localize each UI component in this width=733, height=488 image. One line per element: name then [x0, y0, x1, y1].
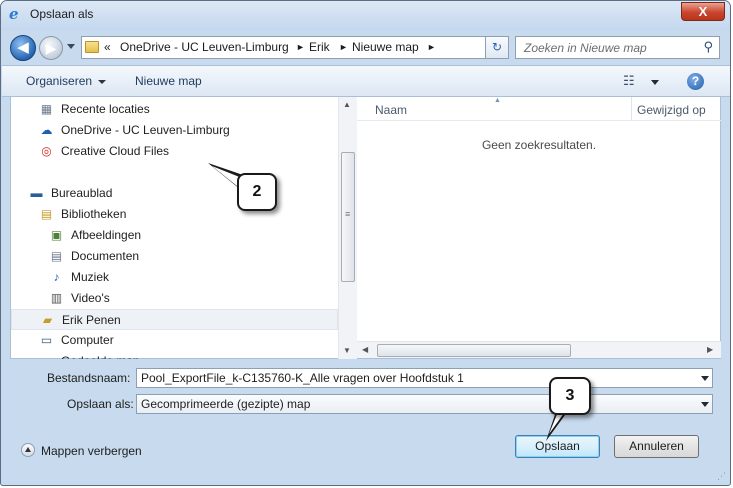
scroll-up-icon[interactable]: ▲	[343, 100, 351, 109]
breadcrumb-onedrive[interactable]: OneDrive - UC Leuven-Limburg	[120, 40, 289, 54]
sidebar-item-muziek[interactable]: ♪ Muziek	[11, 267, 338, 288]
documents-icon: ▤	[50, 249, 63, 263]
forward-button[interactable]: ▶	[39, 36, 63, 60]
sort-ascending-icon: ▲	[494, 97, 501, 104]
window-title: Opslaan als	[30, 7, 94, 21]
desktop-icon: ▬	[30, 186, 43, 200]
sidebar-item-computer[interactable]: ▭ Computer	[11, 330, 338, 351]
sidebar-item-label: Erik Penen	[62, 313, 121, 327]
resize-grip-icon[interactable]: ⋰	[717, 471, 726, 482]
search-input[interactable]: Zoeken in Nieuwe map ⚲	[515, 36, 720, 59]
chevron-down-icon	[98, 79, 107, 84]
column-header-name[interactable]: Naam	[375, 103, 407, 117]
sidebar-item-recente-locaties[interactable]: ▦ Recente locaties	[11, 99, 338, 120]
recent-places-icon: ▦	[40, 102, 53, 116]
help-icon[interactable]: ?	[687, 73, 704, 90]
sidebar-item-gedeelde-map[interactable]: ▭ Gedeelde map	[11, 351, 338, 359]
videos-icon: ▥	[50, 291, 63, 305]
save-as-dialog: e Opslaan als X ◀ ▶ « OneDrive - UC Leuv…	[0, 0, 731, 486]
grip-icon: ≡	[345, 209, 351, 219]
sidebar-item-afbeeldingen[interactable]: ▣ Afbeeldingen	[11, 225, 338, 246]
sidebar-item-label: Recente locaties	[61, 102, 150, 116]
column-header-modified[interactable]: Gewijzigd op	[631, 97, 721, 121]
chevron-down-icon[interactable]	[701, 402, 709, 407]
breadcrumb-separator-icon[interactable]: ►	[339, 42, 348, 52]
breadcrumb-nieuwe-map[interactable]: Nieuwe map	[352, 40, 419, 54]
sidebar-item-label: OneDrive - UC Leuven-Limburg	[61, 123, 230, 137]
search-placeholder: Zoeken in Nieuwe map	[524, 41, 647, 55]
pictures-icon: ▣	[50, 228, 63, 242]
scrollbar-thumb[interactable]	[377, 344, 571, 357]
libraries-icon: ▤	[40, 207, 53, 221]
internet-explorer-icon: e	[9, 5, 19, 23]
network-icon: ▭	[39, 354, 54, 359]
callout-3: 3	[549, 377, 591, 415]
filename-label: Bestandsnaam:	[47, 371, 131, 385]
scrollbar-thumb[interactable]: ≡	[341, 152, 355, 282]
sidebar-item-label: Muziek	[71, 270, 110, 284]
sidebar-item-bibliotheken[interactable]: ▤ Bibliotheken	[11, 204, 338, 225]
sidebar-item-creative-cloud-files[interactable]: ◎ Creative Cloud Files	[11, 141, 338, 162]
sidebar-item-label: Afbeeldingen	[71, 228, 142, 242]
breadcrumb-overflow[interactable]: «	[104, 40, 111, 54]
sidebar-item-label: Computer	[61, 333, 114, 347]
hide-folders-button[interactable]: Mappen verbergen	[41, 444, 142, 458]
refresh-button[interactable]: ↻	[485, 36, 509, 59]
sidebar-item-bureaublad[interactable]: ▬ Bureaublad	[11, 183, 338, 204]
breadcrumb-separator-icon[interactable]: ►	[427, 42, 436, 52]
navigation-tree: ▦ Recente locaties ☁ OneDrive - UC Leuven-L…	[11, 97, 338, 359]
save-as-type-select[interactable]: Gecomprimeerde (gezipte) map	[136, 394, 713, 414]
scroll-right-icon[interactable]: ▶	[707, 345, 713, 354]
organize-label: Organiseren	[26, 74, 93, 88]
organize-menu-button[interactable]: Organiseren	[26, 74, 107, 88]
breadcrumb-erik[interactable]: Erik	[309, 40, 330, 54]
callout-2: 2	[237, 173, 277, 211]
save-as-type-value: Gecomprimeerde (gezipte) map	[141, 397, 311, 411]
recent-pages-dropdown-icon[interactable]	[67, 44, 75, 49]
scroll-down-icon[interactable]: ▼	[343, 346, 351, 355]
filename-value: Pool_ExportFile_k-C135760-K_Alle vragen …	[141, 371, 464, 385]
creative-cloud-icon: ◎	[41, 144, 52, 158]
command-bar: Organiseren Nieuwe map ☷ ?	[2, 65, 730, 97]
sidebar-item-label: Bureaublad	[51, 186, 113, 200]
computer-icon: ▭	[40, 333, 53, 347]
column-header-row: ▲ Naam Gewijzigd op	[357, 97, 721, 121]
user-folder-icon: ▰	[42, 313, 53, 327]
back-button[interactable]: ◀	[10, 35, 36, 61]
sidebar-item-video-s[interactable]: ▥ Video's	[11, 288, 338, 309]
music-icon: ♪	[53, 270, 60, 284]
filename-field[interactable]: Pool_ExportFile_k-C135760-K_Alle vragen …	[136, 368, 713, 388]
navigation-scrollbar[interactable]: ▲ ≡ ▼	[338, 97, 357, 359]
collapse-folders-icon[interactable]	[21, 443, 35, 457]
view-options-icon[interactable]: ☷	[623, 73, 635, 89]
search-icon: ⚲	[703, 39, 713, 54]
sidebar-item-label: Video's	[71, 291, 110, 305]
sidebar-item-label: Documenten	[71, 249, 140, 263]
address-bar[interactable]: « OneDrive - UC Leuven-Limburg ► Erik ► …	[81, 36, 509, 59]
chevron-down-icon[interactable]	[701, 376, 709, 381]
close-button[interactable]: X	[681, 2, 725, 21]
title-bar[interactable]: e Opslaan als X	[1, 1, 730, 31]
folder-icon	[85, 41, 99, 53]
sidebar-item-erik-penen[interactable]: ▰ Erik Penen	[11, 309, 338, 330]
breadcrumb-separator-icon[interactable]: ►	[296, 42, 305, 52]
sidebar-item-label: Creative Cloud Files	[61, 144, 170, 158]
sidebar-item-documenten[interactable]: ▤ Documenten	[11, 246, 338, 267]
onedrive-icon: ☁	[40, 123, 53, 137]
new-folder-button[interactable]: Nieuwe map	[135, 74, 202, 88]
navigation-pane: ▦ Recente locaties ☁ OneDrive - UC Leuven-L…	[10, 97, 357, 359]
cancel-button[interactable]: Annuleren	[614, 435, 699, 458]
sidebar-item-label: Gedeelde map	[61, 354, 140, 359]
save-as-type-label: Opslaan als:	[67, 397, 134, 411]
view-dropdown-icon[interactable]	[651, 80, 659, 85]
empty-results-message: Geen zoekresultaten.	[481, 138, 597, 152]
file-list-scrollbar[interactable]: ◀ ▶	[357, 341, 721, 358]
sidebar-item-label: Bibliotheken	[61, 207, 127, 221]
save-button[interactable]: Opslaan	[515, 435, 600, 458]
sidebar-item-onedrive-uc-leuven-limburg[interactable]: ☁ OneDrive - UC Leuven-Limburg	[11, 120, 338, 141]
navigation-bar: ◀ ▶ « OneDrive - UC Leuven-Limburg ► Eri…	[1, 31, 730, 65]
file-list-pane[interactable]: ▲ Naam Gewijzigd op Geen zoekresultaten.…	[357, 97, 721, 359]
scroll-left-icon[interactable]: ◀	[362, 345, 368, 354]
